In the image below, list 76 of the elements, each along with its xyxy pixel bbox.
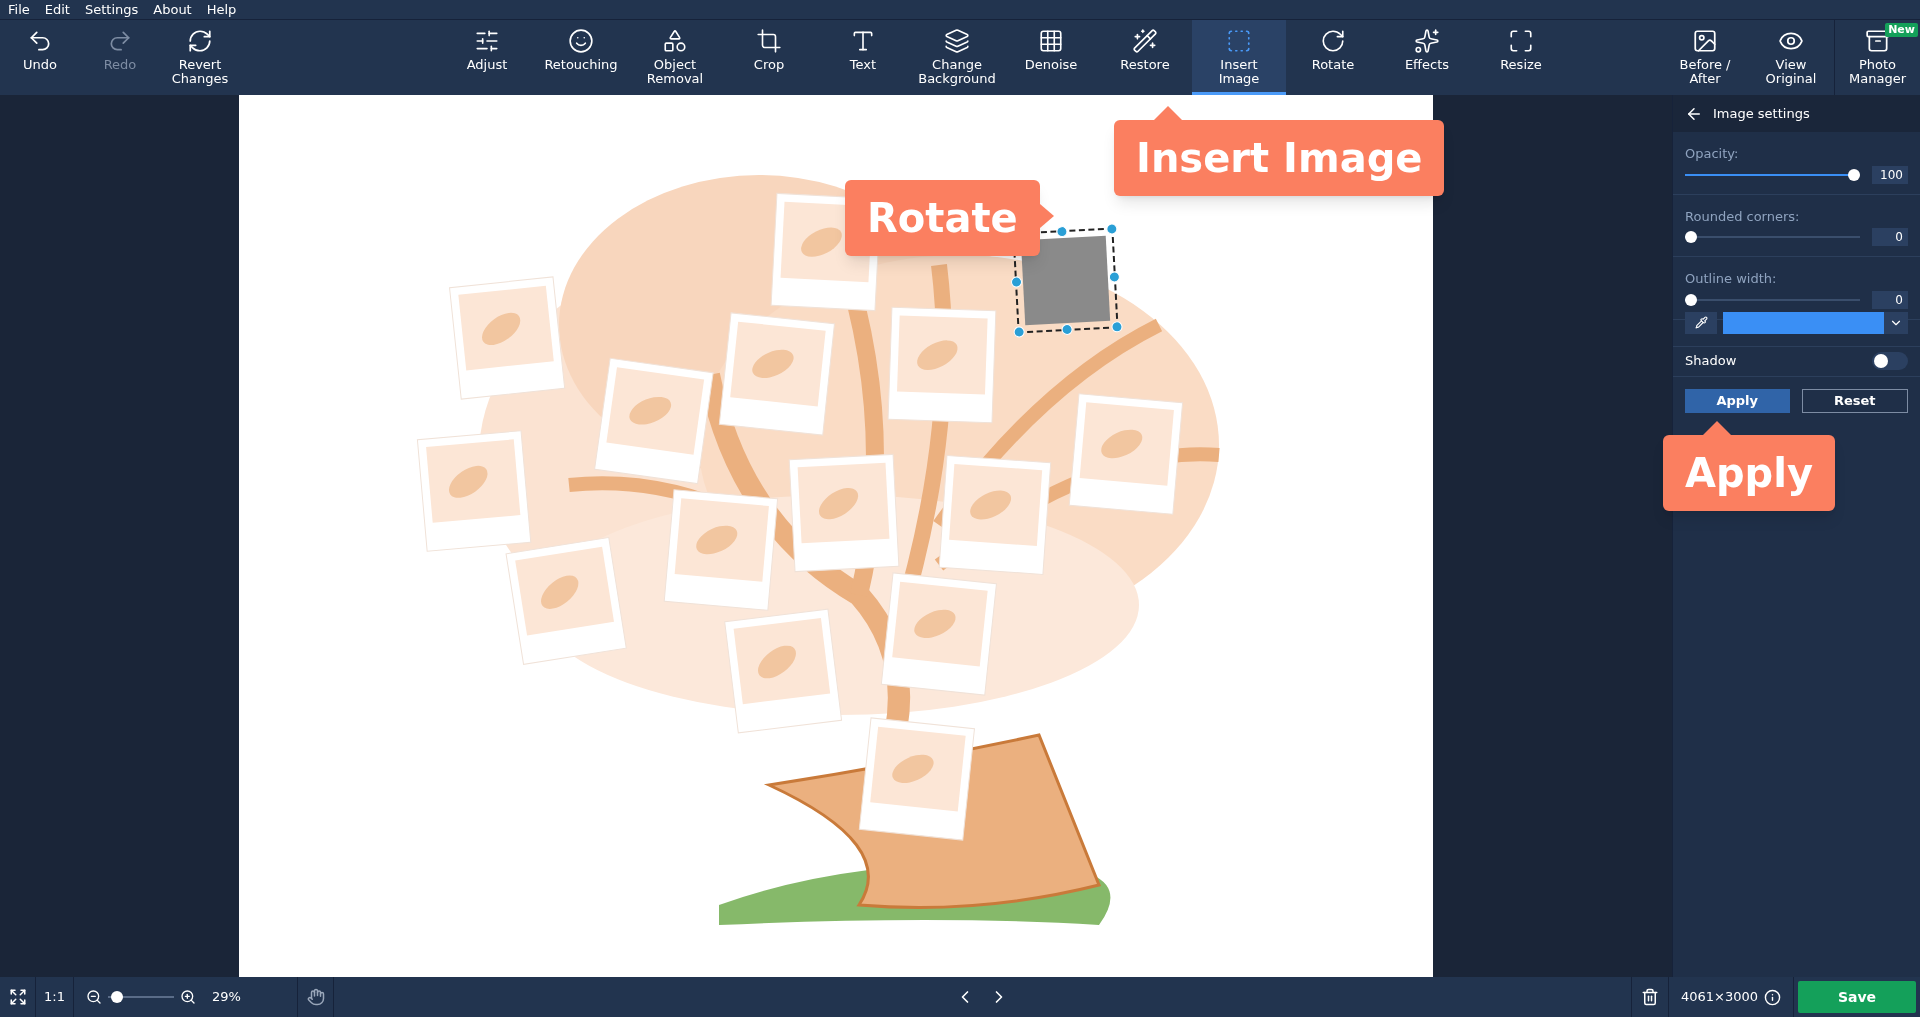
new-badge: New <box>1885 23 1918 37</box>
hand-icon[interactable] <box>306 988 325 1006</box>
tool-tab[interactable]: Retouching <box>534 20 628 95</box>
callout-label: Rotate <box>845 180 1040 256</box>
rotate-icon <box>1320 28 1346 54</box>
slider-track[interactable] <box>1685 168 1860 181</box>
tool-tab[interactable]: Text <box>816 20 910 95</box>
tool-tab[interactable]: Change Background <box>910 20 1004 95</box>
apply-button[interactable]: Apply <box>1685 388 1790 413</box>
slider-label: Opacity: <box>1685 145 1740 163</box>
refresh-icon <box>187 28 213 54</box>
resize-handle[interactable] <box>1056 225 1068 238</box>
trash-icon[interactable] <box>1640 988 1659 1006</box>
tool-tab[interactable]: Adjust <box>440 20 534 95</box>
slider-track[interactable] <box>1685 293 1860 306</box>
eyedropper-icon <box>1694 316 1708 329</box>
callout-label: Apply <box>1663 435 1835 511</box>
zoom-readout: 29% <box>212 988 241 1007</box>
shapes-icon <box>662 28 688 54</box>
zoom-out-icon[interactable] <box>86 989 102 1005</box>
resize-handle[interactable] <box>1061 323 1073 336</box>
resize-handle[interactable] <box>1106 223 1118 235</box>
toolbar-button[interactable]: Before / After <box>1662 20 1748 95</box>
toolbar-button[interactable]: Undo <box>0 20 80 95</box>
wand-icon <box>1132 28 1158 54</box>
sparkles-icon <box>1414 28 1440 54</box>
zoom-thumb[interactable] <box>110 991 123 1003</box>
layers-icon <box>944 28 970 54</box>
tool-tab[interactable]: Object Removal <box>628 20 722 95</box>
panel-title: Image settings <box>1713 104 1810 123</box>
eyedropper-button[interactable] <box>1685 311 1717 334</box>
resize-handle[interactable] <box>1010 276 1023 288</box>
value-field[interactable]: 100 <box>1872 165 1908 184</box>
tool-tab[interactable]: Denoise <box>1004 20 1098 95</box>
value-field[interactable]: 0 <box>1872 290 1908 309</box>
shadow-label: Shadow <box>1685 352 1737 371</box>
sliders-icon <box>474 28 500 54</box>
tool-tab[interactable]: Insert Image <box>1192 20 1286 95</box>
tool-tab[interactable]: Effects <box>1380 20 1474 95</box>
menu-item[interactable]: Edit <box>44 0 70 20</box>
toolbar-button[interactable]: View Original <box>1748 20 1834 95</box>
resize-handle[interactable] <box>1111 321 1123 333</box>
zoom-slider[interactable] <box>108 991 174 1003</box>
shadow-toggle[interactable] <box>1872 352 1908 370</box>
resize-handle[interactable] <box>1108 271 1121 283</box>
slider-thumb[interactable] <box>1848 168 1860 181</box>
resize-handle[interactable] <box>1013 326 1025 338</box>
tool-tab[interactable]: Rotate <box>1286 20 1380 95</box>
slider-thumb[interactable] <box>1685 293 1697 306</box>
actual-size-button[interactable]: 1:1 <box>36 977 74 1017</box>
tool-tab[interactable]: Crop <box>722 20 816 95</box>
reset-button[interactable]: Reset <box>1801 388 1908 413</box>
crop-icon <box>756 28 782 54</box>
toolbar-button[interactable]: Revert Changes <box>160 20 240 95</box>
info-icon[interactable] <box>1764 988 1781 1006</box>
menu-item[interactable]: About <box>153 0 192 20</box>
callout-label: Insert Image <box>1114 120 1445 196</box>
dashed-square-icon <box>1226 28 1252 54</box>
slider-label: Rounded corners: <box>1685 207 1801 226</box>
menu-item[interactable]: Help <box>206 0 237 20</box>
menu-item[interactable]: File <box>8 0 30 20</box>
slider-thumb[interactable] <box>1685 231 1697 243</box>
face-icon <box>568 28 594 54</box>
menu-item[interactable]: Settings <box>84 0 139 20</box>
slider-label: Outline width: <box>1685 270 1778 288</box>
slider-track[interactable] <box>1685 231 1860 243</box>
photo-box-icon <box>1864 28 1891 54</box>
value-field[interactable]: 0 <box>1872 228 1908 246</box>
zoom-in-icon[interactable] <box>180 989 196 1005</box>
tool-tab[interactable]: Restore <box>1098 20 1192 95</box>
fit-screen-icon[interactable] <box>8 988 27 1006</box>
picture-icon <box>1692 28 1718 54</box>
image-dimensions: 4061×3000 <box>1680 988 1758 1007</box>
grid-icon <box>1038 28 1064 54</box>
tool-tab[interactable]: Resize <box>1474 20 1568 95</box>
resize-icon <box>1508 28 1534 54</box>
